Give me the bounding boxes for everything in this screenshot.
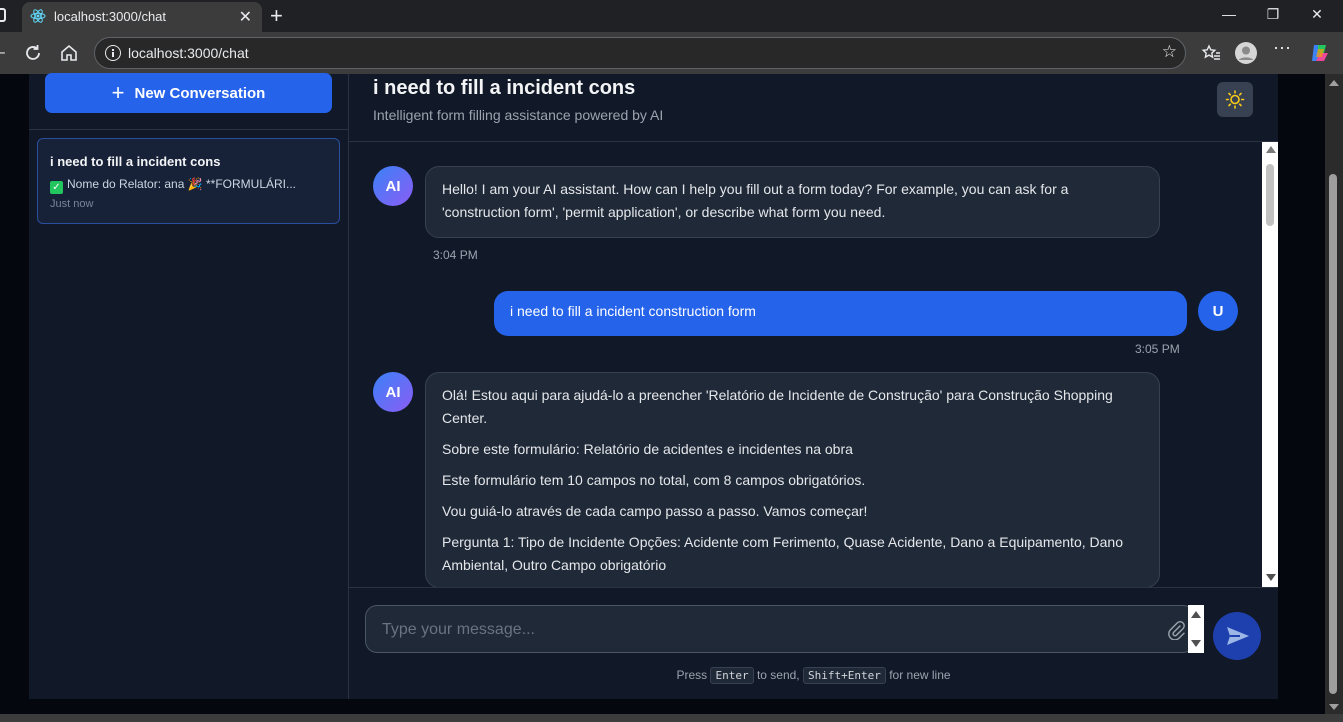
input-scrollbar[interactable]	[1188, 605, 1204, 653]
browser-tab[interactable]: localhost:3000/chat ✕	[22, 2, 262, 32]
message-paragraph: Sobre este formulário: Relatório de acid…	[442, 441, 853, 457]
page-scroll-down-icon[interactable]	[1329, 704, 1339, 710]
profile-icon[interactable]	[1234, 41, 1258, 65]
browser-tab-bar: localhost:3000/chat ✕ + — ❐ ✕	[0, 0, 1343, 32]
message-text: i need to fill a incident construction f…	[510, 303, 756, 319]
message-paragraph: Vou guiá-lo através de cada campo passo …	[442, 503, 868, 519]
home-icon[interactable]	[57, 41, 81, 65]
reload-icon[interactable]	[21, 41, 45, 65]
theme-toggle-button[interactable]	[1217, 82, 1253, 117]
conversation-preview-text: Nome do Relator: ana 🎉 **FORMULÁRI...	[67, 177, 297, 191]
message-input-placeholder: Type your message...	[382, 621, 535, 638]
copilot-icon[interactable]	[1308, 41, 1332, 65]
conversation-preview: ✓ Nome do Relator: ana 🎉 **FORMULÁRI...	[50, 177, 330, 194]
message-paragraph: Pergunta 1: Tipo de Incidente Opções: Ac…	[442, 534, 1123, 573]
address-bar[interactable]: localhost:3000/chat ☆	[94, 37, 1186, 69]
hint-to-send: to send,	[756, 668, 800, 682]
chat-subtitle: Intelligent form filling assistance powe…	[373, 107, 664, 123]
send-icon	[1227, 627, 1249, 645]
conversation-time: Just now	[50, 198, 94, 210]
user-message-bubble: i need to fill a incident construction f…	[494, 291, 1187, 336]
message-text: Hello! I am your AI assistant. How can I…	[442, 181, 1069, 220]
input-scroll-up-icon[interactable]	[1191, 611, 1201, 618]
page-scroll-thumb[interactable]	[1329, 174, 1337, 694]
new-tab-icon[interactable]: +	[270, 3, 283, 29]
page-viewport: + New Conversation i need to fill a inci…	[0, 73, 1325, 714]
close-tab-icon[interactable]: ✕	[239, 7, 252, 27]
url-text: localhost:3000/chat	[128, 45, 249, 61]
check-mark-icon: ✓	[50, 181, 63, 194]
ai-avatar: AI	[373, 166, 413, 206]
site-info-icon[interactable]	[105, 45, 121, 61]
browser-toolbar: – localhost:3000/chat ☆ ⋯	[0, 32, 1343, 74]
back-icon[interactable]: –	[0, 44, 5, 62]
react-logo-icon	[30, 9, 46, 23]
restore-icon[interactable]: ❐	[1263, 6, 1283, 23]
message-paragraph: Olá! Estou aqui para ajudá-lo a preenche…	[442, 387, 1113, 426]
scroll-down-arrow-icon[interactable]	[1266, 574, 1276, 581]
chat-app: + New Conversation i need to fill a inci…	[29, 73, 1278, 699]
send-button[interactable]	[1213, 612, 1261, 660]
enter-key: Enter	[710, 667, 754, 684]
hint-new-line: for new line	[889, 668, 951, 682]
conversation-title: i need to fill a incident cons	[50, 154, 221, 169]
chat-header: i need to fill a incident cons Intellige…	[349, 74, 1278, 142]
window-bottom-edge	[0, 714, 1343, 722]
paperclip-icon[interactable]	[1167, 620, 1185, 640]
hint-press: Press	[676, 668, 708, 682]
user-avatar: U	[1198, 291, 1238, 331]
shift-enter-key: Shift+Enter	[802, 667, 886, 684]
page-scroll-up-icon[interactable]	[1329, 80, 1339, 86]
input-scroll-down-icon[interactable]	[1191, 640, 1201, 647]
message-time: 3:04 PM	[433, 248, 478, 262]
plus-icon: +	[111, 80, 125, 105]
conversation-item[interactable]: i need to fill a incident cons ✓ Nome do …	[37, 138, 340, 224]
chat-title: i need to fill a incident cons	[373, 77, 636, 99]
ai-avatar: AI	[373, 372, 413, 412]
tab-actions-icon[interactable]	[0, 8, 6, 22]
favorites-icon[interactable]	[1199, 41, 1223, 65]
tab-title: localhost:3000/chat	[54, 9, 167, 24]
message-input[interactable]: Type your message...	[365, 605, 1195, 653]
sidebar: + New Conversation i need to fill a inci…	[29, 73, 349, 699]
chat-main: i need to fill a incident cons Intellige…	[349, 74, 1278, 699]
minimize-icon[interactable]: —	[1219, 6, 1239, 22]
page-scrollbar[interactable]	[1325, 74, 1343, 714]
scroll-up-arrow-icon[interactable]	[1266, 146, 1276, 153]
message-list[interactable]: AI Hello! I am your AI assistant. How ca…	[349, 142, 1278, 587]
message-time: 3:05 PM	[1135, 342, 1180, 356]
more-options-icon[interactable]: ⋯	[1273, 38, 1297, 62]
sidebar-header: + New Conversation	[29, 73, 348, 130]
messages-scrollbar[interactable]	[1262, 142, 1278, 587]
ai-message-bubble: Olá! Estou aqui para ajudá-lo a preenche…	[425, 372, 1160, 587]
new-conversation-label: New Conversation	[134, 84, 266, 102]
favorite-star-icon[interactable]: ☆	[1162, 42, 1177, 62]
ai-message-bubble: Hello! I am your AI assistant. How can I…	[425, 166, 1160, 238]
close-window-icon[interactable]: ✕	[1307, 6, 1327, 23]
message-composer: Type your message... Press Enter to send…	[349, 587, 1278, 699]
keyboard-hint: Press Enter to send, Shift+Enter for new…	[349, 667, 1278, 684]
message-paragraph: Este formulário tem 10 campos no total, …	[442, 472, 866, 488]
new-conversation-button[interactable]: + New Conversation	[45, 73, 332, 113]
scroll-thumb[interactable]	[1266, 164, 1274, 226]
sun-icon	[1225, 90, 1245, 109]
